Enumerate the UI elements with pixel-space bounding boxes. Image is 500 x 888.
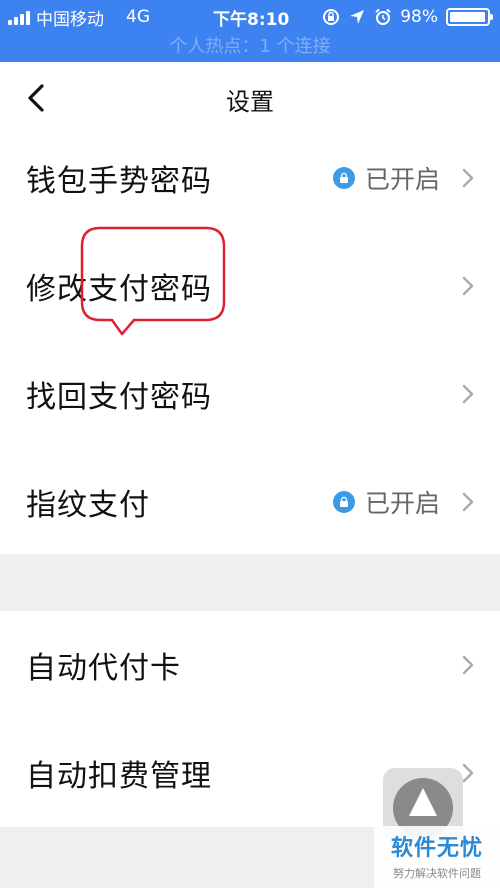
row-label: 自动扣费管理 (26, 759, 212, 794)
alarm-icon (375, 8, 391, 25)
highlight-callout (80, 226, 226, 336)
chevron-right-icon (462, 276, 474, 296)
status-bar: 中国移动 4G 下午8:10 98% 个人热点：1 个连接 (0, 0, 500, 62)
security-settings-group: 钱包手势密码 已开启 修改支付密码 找回支付密码 指纹支付 已开启 (0, 124, 500, 554)
wallet-gesture-password-row[interactable]: 钱包手势密码 已开启 (0, 124, 500, 232)
status-text: 已开启 (364, 489, 440, 518)
row-label: 找回支付密码 (26, 380, 212, 415)
auto-pay-card-row[interactable]: 自动代付卡 (0, 611, 500, 719)
lock-icon (332, 491, 355, 513)
chevron-right-icon (462, 384, 474, 404)
network-type: 4G (126, 7, 150, 27)
clock: 下午8:10 (213, 9, 290, 30)
battery-icon (446, 8, 493, 26)
location-icon (350, 10, 365, 24)
row-label: 指纹支付 (26, 488, 150, 523)
fingerprint-payment-row[interactable]: 指纹支付 已开启 (0, 448, 500, 556)
carrier-name: 中国移动 (36, 9, 104, 30)
chevron-right-icon (462, 763, 474, 783)
change-payment-password-row[interactable]: 修改支付密码 (0, 232, 500, 340)
chevron-right-icon (462, 492, 474, 512)
row-label: 钱包手势密码 (26, 164, 212, 199)
hotspot-banner[interactable]: 个人热点：1 个连接 (0, 32, 500, 58)
battery-percent: 98% (400, 7, 438, 27)
recover-payment-password-row[interactable]: 找回支付密码 (0, 340, 500, 448)
status-text: 已开启 (364, 165, 440, 194)
chevron-right-icon (462, 168, 474, 188)
chevron-right-icon (462, 655, 474, 675)
signal-icon (8, 9, 30, 25)
watermark-subtitle: 努力解决软件问题 (393, 867, 481, 880)
page-title: 设置 (226, 88, 274, 116)
watermark: 软件无忧 努力解决软件问题 (374, 826, 500, 888)
lock-icon (332, 167, 355, 189)
row-label: 自动代付卡 (26, 651, 181, 686)
watermark-title: 软件无忧 (390, 836, 483, 861)
rotation-lock-icon (323, 9, 340, 25)
